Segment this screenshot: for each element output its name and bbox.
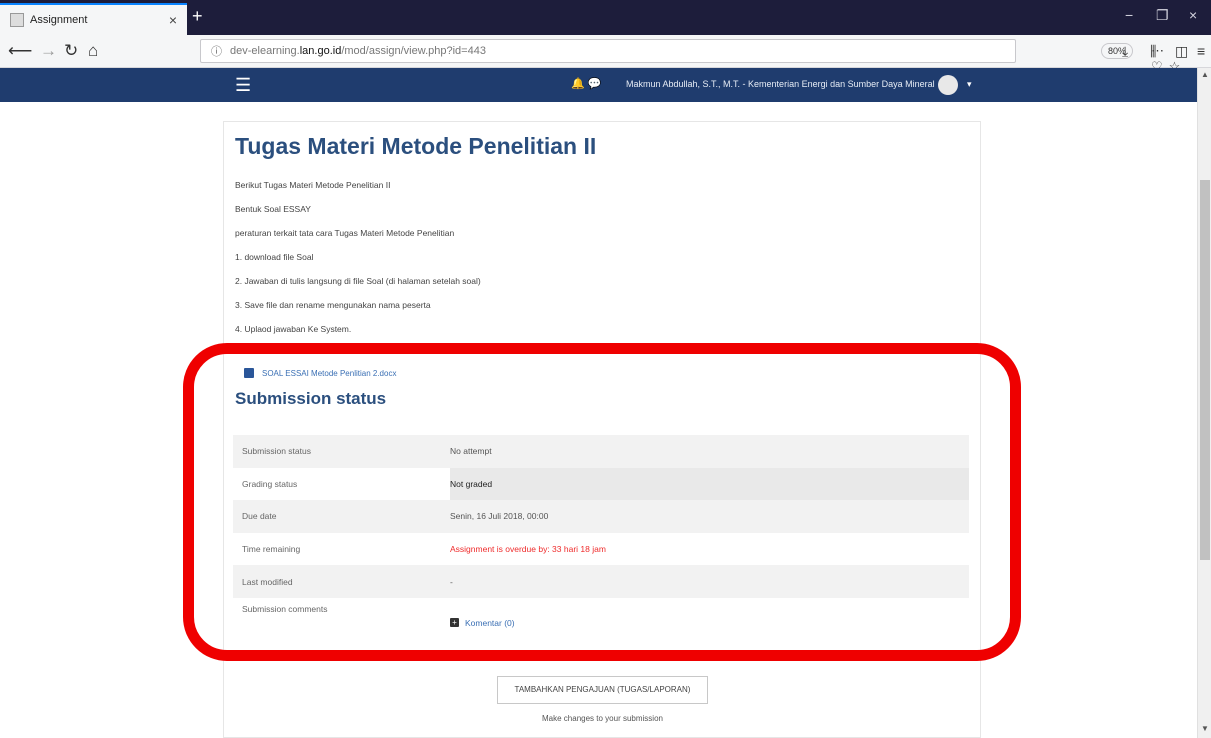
submission-help-text: Make changes to your submission <box>542 714 663 723</box>
scroll-thumb[interactable] <box>1200 180 1210 560</box>
browser-tab-strip: Assignment × + − ❐ × <box>0 0 1211 35</box>
home-icon[interactable]: ⌂ <box>88 41 98 61</box>
download-icon[interactable]: ⤓ <box>1122 43 1128 60</box>
new-tab-button[interactable]: + <box>192 6 203 27</box>
url-path: /mod/assign/view.php?id=443 <box>341 45 486 57</box>
menu-icon[interactable]: ≡ <box>1197 43 1205 59</box>
moodle-favicon-icon <box>10 13 24 27</box>
intro-line: Bentuk Soal ESSAY <box>235 204 311 214</box>
url-prefix: dev-elearning. <box>230 45 300 57</box>
highlight-annotation <box>183 343 1021 661</box>
intro-line: 4. Uplaod jawaban Ke System. <box>235 324 352 334</box>
messages-icon[interactable]: 💬 <box>588 78 602 90</box>
sidebar-icon[interactable]: ◫ <box>1175 43 1188 60</box>
minimize-icon[interactable]: − <box>1125 7 1133 23</box>
library-icon[interactable]: ⫼ <box>1150 43 1156 60</box>
browser-navbar: ⟵ → ↻ ⌂ ⓘ dev-elearning. lan.go.id/mod/as… <box>0 35 1211 74</box>
tab-close-icon[interactable]: × <box>169 12 177 28</box>
browser-tab[interactable]: Assignment × <box>0 3 187 35</box>
window-close-icon[interactable]: × <box>1189 7 1197 23</box>
tab-title: Assignment <box>30 14 88 26</box>
scroll-up-icon[interactable]: ▲ <box>1201 70 1209 79</box>
user-menu-caret-icon[interactable]: ▾ <box>967 79 972 90</box>
page-title: Tugas Materi Metode Penelitian II <box>235 133 597 159</box>
user-avatar[interactable] <box>938 75 958 95</box>
intro-line: 1. download file Soal <box>235 252 314 262</box>
back-icon[interactable]: ⟵ <box>8 41 32 61</box>
url-domain: lan.go.id <box>299 45 342 57</box>
forward-icon[interactable]: → <box>40 41 57 61</box>
reload-icon[interactable]: ↻ <box>64 41 78 61</box>
intro-line: 2. Jawaban di tulis langsung di file Soa… <box>235 276 481 286</box>
scroll-down-icon[interactable]: ▼ <box>1201 724 1209 733</box>
notification-bell-icon[interactable]: 🔔 <box>571 78 585 90</box>
info-icon[interactable]: ⓘ <box>211 43 222 59</box>
intro-line: peraturan terkait tata cara Tugas Materi… <box>235 228 455 238</box>
hamburger-menu-icon[interactable]: ☰ <box>235 75 251 96</box>
intro-line: 3. Save file dan rename mengunakan nama … <box>235 300 431 310</box>
user-name[interactable]: Makmun Abdullah, S.T., M.T. - Kementeria… <box>626 79 935 89</box>
restore-icon[interactable]: ❐ <box>1156 7 1169 24</box>
page-scrollbar[interactable]: ▲ ▼ <box>1197 68 1211 738</box>
intro-line: Berikut Tugas Materi Metode Penelitian I… <box>235 180 391 190</box>
site-header: ☰ 🔔 💬 Makmun Abdullah, S.T., M.T. - Keme… <box>0 68 1197 102</box>
add-submission-button[interactable]: TAMBAHKAN PENGAJUAN (TUGAS/LAPORAN) <box>497 676 708 704</box>
url-bar[interactable]: ⓘ dev-elearning. lan.go.id/mod/assign/vie… <box>200 39 1180 74</box>
